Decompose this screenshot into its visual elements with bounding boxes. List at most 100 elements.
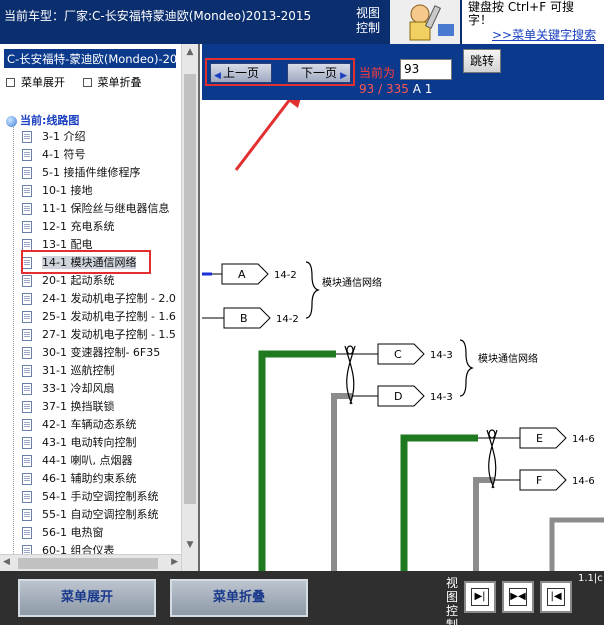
fit-left-button[interactable]: |◀ xyxy=(540,581,572,613)
collapse-menu-button[interactable]: 菜单折叠 xyxy=(170,579,308,617)
tree-item-label: 42-1 车辆动态系统 xyxy=(42,418,137,431)
tree-item[interactable]: 11-1 保险丝与继电器信息 xyxy=(22,200,176,218)
connector-d[interactable]: D 14-3 xyxy=(377,385,453,407)
tree-item[interactable]: 33-1 冷却风扇 xyxy=(22,380,176,398)
tree-item[interactable]: 56-1 电热窗 xyxy=(22,524,176,542)
connector-shape xyxy=(519,427,567,449)
document-icon xyxy=(22,203,32,215)
tree-item[interactable]: 55-1 自动空调控制系统 xyxy=(22,506,176,524)
tree-item-label: 4-1 符号 xyxy=(42,148,86,161)
fit-left-icon: |◀ xyxy=(547,588,565,606)
tree-item[interactable]: 25-1 发动机电子控制 - 1.6 xyxy=(22,308,176,326)
tree-item[interactable]: 42-1 车辆动态系统 xyxy=(22,416,176,434)
tree-item[interactable]: 43-1 电动转向控制 xyxy=(22,434,176,452)
connector-id: C xyxy=(394,348,402,361)
tree-item-label: 5-1 接插件维修程序 xyxy=(42,166,141,179)
red-arrow-icon xyxy=(234,100,301,171)
gray-wire-3 xyxy=(549,517,604,571)
document-icon xyxy=(22,509,32,521)
page-count: 93 / 335 A 1 xyxy=(359,82,432,96)
connector-e[interactable]: E 14-6 xyxy=(519,427,595,449)
green-wire-2 xyxy=(400,434,478,571)
tree-item[interactable]: 4-1 符号 xyxy=(22,146,176,164)
document-icon xyxy=(22,347,32,359)
tree-item-label: 33-1 冷却风扇 xyxy=(42,382,115,395)
tree-root[interactable]: 当前:线路图 xyxy=(6,112,79,128)
tree-item-label: 44-1 喇叭, 点烟器 xyxy=(42,454,133,467)
hscroll-thumb[interactable] xyxy=(18,558,158,569)
tree-item[interactable]: 10-1 接地 xyxy=(22,182,176,200)
tree-item-label: 31-1 巡航控制 xyxy=(42,364,115,377)
document-icon xyxy=(22,311,32,323)
vertical-scrollbar[interactable]: ▲ ▼ xyxy=(181,44,198,571)
keyword-search-link[interactable]: >>菜单关键字搜索 xyxy=(492,26,596,43)
document-icon xyxy=(22,185,32,197)
connector-id: D xyxy=(394,390,402,403)
document-icon xyxy=(22,365,32,377)
tree-item-label: 3-1 介绍 xyxy=(42,130,86,143)
tree-item[interactable]: 3-1 介绍 xyxy=(22,128,176,146)
tree-item-label: 46-1 辅助约束系统 xyxy=(42,472,137,485)
tree-item[interactable]: 46-1 辅助约束系统 xyxy=(22,470,176,488)
fit-right-button[interactable]: ▶| xyxy=(464,581,496,613)
connector-pin: 14-2 xyxy=(276,314,299,325)
expand-menu-link[interactable]: 菜单展开 xyxy=(6,76,65,89)
connector-b[interactable]: B 14-2 xyxy=(223,307,299,329)
page-suffix: A 1 xyxy=(412,82,433,96)
tree-item[interactable]: 5-1 接插件维修程序 xyxy=(22,164,176,182)
document-icon xyxy=(22,167,32,179)
tree-item[interactable]: 27-1 发动机电子控制 - 1.5 xyxy=(22,326,176,344)
connector-id: E xyxy=(536,432,543,445)
tree-item[interactable]: 20-1 起动系统 xyxy=(22,272,176,290)
scroll-down-icon[interactable]: ▼ xyxy=(182,537,198,553)
globe-icon xyxy=(6,115,17,127)
tree-item-label: 25-1 发动机电子控制 - 1.6 xyxy=(42,310,176,323)
tree-item-label: 20-1 起动系统 xyxy=(42,274,115,287)
connector-c[interactable]: C 14-3 xyxy=(377,343,453,365)
tree-item[interactable]: 37-1 换挡联锁 xyxy=(22,398,176,416)
tree-item[interactable]: 31-1 巡航控制 xyxy=(22,362,176,380)
document-icon xyxy=(22,401,32,413)
document-icon xyxy=(22,455,32,467)
collapse-menu-label: 菜单折叠 xyxy=(97,76,142,89)
sidebar: C-长安福特-蒙迪欧(Mondeo)-20 菜单展开 菜单折叠 当前:线路图 3… xyxy=(0,44,200,571)
expand-menu-button[interactable]: 菜单展开 xyxy=(18,579,156,617)
mascot-logo xyxy=(390,0,460,44)
scroll-up-icon[interactable]: ▲ xyxy=(182,44,198,60)
horizontal-scrollbar[interactable]: ◀ ▶ xyxy=(0,554,181,571)
fit-both-button[interactable]: ▶◀ xyxy=(502,581,534,613)
tree-item[interactable]: 30-1 变速器控制- 6F35 xyxy=(22,344,176,362)
vehicle-selector[interactable]: C-长安福特-蒙迪欧(Mondeo)-20 xyxy=(4,49,176,68)
tree-item-label: 10-1 接地 xyxy=(42,184,93,197)
scroll-thumb[interactable] xyxy=(184,74,196,504)
tree-item-label: 27-1 发动机电子控制 - 1.5 xyxy=(42,328,176,341)
tree-item[interactable]: 44-1 喇叭, 点烟器 xyxy=(22,452,176,470)
connector-id: F xyxy=(536,474,542,487)
document-icon xyxy=(22,221,32,233)
expand-icon xyxy=(6,77,15,87)
tree-item-label: 11-1 保险丝与继电器信息 xyxy=(42,202,170,215)
scroll-left-icon[interactable]: ◀ xyxy=(3,557,10,567)
bottom-bar: 菜单展开 菜单折叠 视图控制 ▶| ▶◀ |◀ 1.1|c xyxy=(0,571,604,625)
goto-button[interactable]: 跳转 xyxy=(463,49,501,73)
status-tail: 1.1|c xyxy=(578,573,603,584)
view-control-label: 视图控制 xyxy=(356,6,381,35)
tree-item[interactable]: 24-1 发动机电子控制 - 2.0 xyxy=(22,290,176,308)
fit-both-icon: ▶◀ xyxy=(509,588,527,606)
top-banner: 当前车型：厂家:C-长安福特蒙迪欧(Mondeo)2013-2015 视图控制 … xyxy=(0,0,604,44)
highlight-box-selected-item xyxy=(21,250,151,274)
page-number-input[interactable]: 93 xyxy=(400,59,452,80)
scroll-right-icon[interactable]: ▶ xyxy=(171,557,178,567)
connector-pin: 14-2 xyxy=(274,270,297,281)
document-icon xyxy=(22,131,32,143)
connector-a[interactable]: A 14-2 xyxy=(221,263,297,285)
collapse-menu-link[interactable]: 菜单折叠 xyxy=(82,76,142,89)
highlight-box-nav xyxy=(205,58,355,86)
tree-item-label: 54-1 手动空调控制系统 xyxy=(42,490,159,503)
document-icon xyxy=(22,329,32,341)
expand-menu-label: 菜单展开 xyxy=(21,76,65,89)
tree-item[interactable]: 54-1 手动空调控制系统 xyxy=(22,488,176,506)
tree-item[interactable]: 12-1 充电系统 xyxy=(22,218,176,236)
wiring-diagram-canvas[interactable]: A 14-2 B 14-2 C 14-3 D 14-3 E 14-6 F 14-6 模块通信网络 模块… xyxy=(202,100,604,571)
connector-f[interactable]: F 14-6 xyxy=(519,469,595,491)
